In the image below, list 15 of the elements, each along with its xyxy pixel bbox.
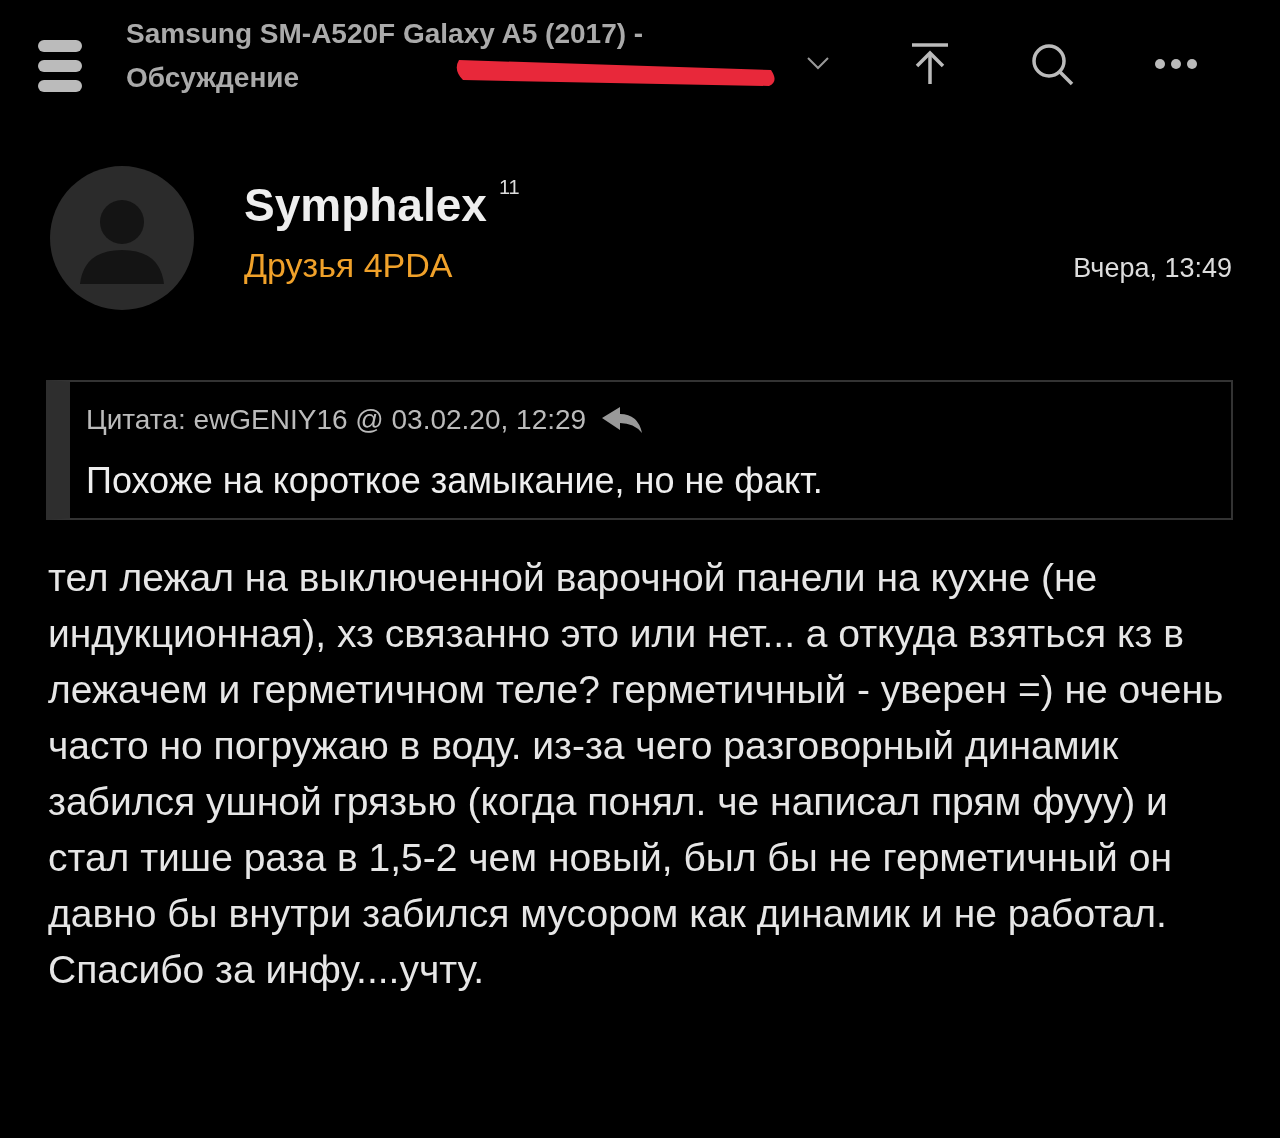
chevron-down-icon[interactable] xyxy=(806,56,830,70)
author-name[interactable]: Symphalex xyxy=(244,178,487,232)
search-icon[interactable] xyxy=(1030,42,1074,86)
more-icon[interactable] xyxy=(1154,58,1198,70)
topic-title: Samsung SM-A520F Galaxy A5 (2017) - xyxy=(126,17,644,51)
topic-subtitle: Обсуждение xyxy=(126,61,300,95)
menu-icon[interactable] xyxy=(38,40,82,92)
quote-caption: Цитата: ewGENIY16 @ 03.02.20, 12:29 xyxy=(86,404,587,436)
user-group: Друзья 4PDA xyxy=(244,246,453,285)
scroll-top-icon[interactable] xyxy=(910,42,950,86)
reply-arrow-icon[interactable] xyxy=(600,405,645,435)
reputation-count: 11 xyxy=(498,176,520,199)
quote-text: Похоже на короткое замыкание, но не факт. xyxy=(86,460,824,502)
post-time: Вчера, 13:49 xyxy=(1073,253,1232,284)
post-body: тел лежал на выключенной варочной панели на кухне (не индукционная), хз связанно это или нет... а откуда взяться кз в лежачем и герметичном теле? герметичный - уверен =) не очень часто но погружаю в воду. из-за чего разговорный динамик забился ушной грязью (когда понял. че написал прям фууу) и стал тише раза в 1,5-2 чем новый, был бы не герметичный он давно бы внутри забился мусором как динамик и не работал. Спасибо за инфу....учту. xyxy=(48,555,1225,993)
